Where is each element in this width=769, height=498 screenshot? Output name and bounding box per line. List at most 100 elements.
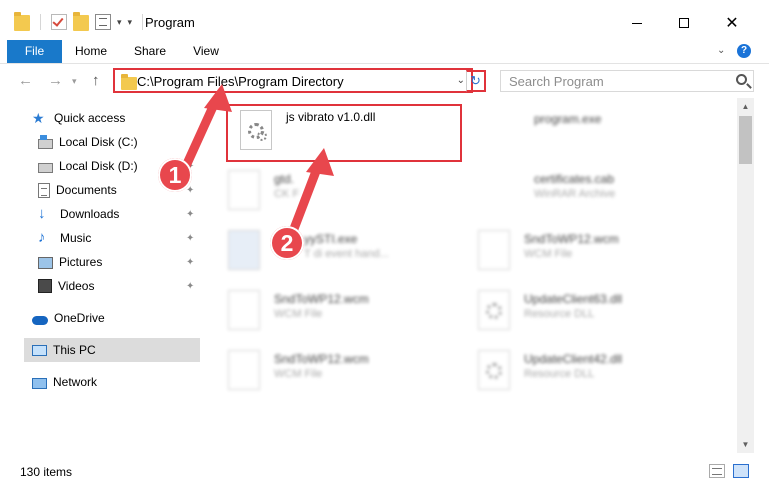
help-icon[interactable]: ?	[737, 44, 751, 58]
sidebar-item-pictures[interactable]: Pictures ✦	[38, 250, 200, 274]
minimize-icon	[632, 22, 642, 24]
pin-icon[interactable]: ✦	[186, 281, 194, 292]
file-icon	[228, 290, 260, 330]
up-arrow-icon[interactable]: ↑	[92, 72, 100, 89]
pictures-icon	[38, 257, 53, 269]
close-button[interactable]: ✕	[709, 8, 755, 38]
file-item[interactable]: SndToWP12.wcm WCM File	[464, 222, 714, 282]
refresh-button[interactable]: ↻	[466, 70, 486, 92]
sidebar-item-label: Downloads	[60, 207, 120, 221]
forward-arrow-icon[interactable]: →	[48, 72, 63, 89]
close-icon: ✕	[725, 15, 739, 32]
details-view-icon[interactable]	[709, 464, 725, 478]
file-icon	[478, 230, 510, 270]
file-item[interactable]: UpdateClient42.dll Resource DLL	[464, 342, 714, 402]
quick-access-toolbar: ▾ ▾	[14, 12, 147, 31]
file-item[interactable]: SndToWP12.wcm WCM File	[214, 282, 464, 342]
file-item[interactable]: gtd. CK F	[214, 162, 464, 222]
item-count: 130 items	[20, 465, 73, 479]
file-item[interactable]: program.exe	[464, 102, 714, 162]
exe-file-icon	[228, 230, 260, 270]
navigation-bar: ← → ▾ ↑ C:\Program Files\Program Directo…	[0, 64, 769, 98]
documents-icon	[38, 182, 50, 198]
this-pc-icon	[32, 345, 47, 356]
sidebar-item-local-disk-c[interactable]: Local Disk (C:)	[38, 130, 200, 154]
file-name: certificates.cab	[534, 172, 615, 186]
star-icon: ★	[32, 110, 45, 126]
pin-icon[interactable]: ✦	[186, 209, 194, 220]
pin-icon[interactable]: ✦	[186, 233, 194, 244]
sidebar-item-label: This PC	[53, 343, 96, 357]
sidebar-item-label: Pictures	[59, 255, 103, 269]
pin-icon[interactable]: ✦	[186, 257, 194, 268]
file-type: CK F	[274, 188, 300, 200]
music-icon: ♪	[38, 229, 46, 246]
drive-c-icon	[38, 134, 53, 149]
file-type: T di event hand...	[304, 248, 389, 260]
folder-icon	[14, 12, 30, 31]
sidebar-item-downloads[interactable]: ↓ Downloads ✦	[38, 202, 200, 226]
chevron-down-icon[interactable]: ▾	[117, 17, 122, 28]
sidebar-item-quick-access[interactable]: ★ Quick access	[32, 106, 200, 130]
properties-check-icon[interactable]	[51, 14, 67, 30]
new-folder-icon[interactable]	[73, 12, 89, 31]
chevron-down-icon[interactable]: ⌄	[457, 75, 465, 86]
file-item[interactable]: SndToWP12.wcm WCM File	[214, 342, 464, 402]
step-1-badge: 1	[158, 158, 192, 192]
sidebar-item-network[interactable]: Network	[32, 370, 200, 394]
navigation-pane: ★ Quick access Local Disk (C:) Local Dis…	[0, 98, 206, 453]
recent-locations-chevron-icon[interactable]: ▾	[72, 76, 77, 87]
file-name: SndToWP12.wcm	[274, 352, 369, 366]
window-title: Program	[145, 15, 195, 30]
title-bar: ▾ ▾ Program ✕	[0, 0, 769, 40]
maximize-button[interactable]	[661, 8, 707, 38]
toolbar-divider	[142, 14, 144, 30]
tab-view[interactable]: View	[180, 40, 232, 63]
sidebar-item-label: Local Disk (D:)	[59, 159, 138, 173]
maximize-icon	[679, 18, 689, 28]
search-placeholder: Search Program	[509, 74, 604, 89]
minimize-button[interactable]	[614, 8, 660, 38]
gear-icon	[486, 363, 502, 379]
file-item[interactable]: yySTI.exe T di event hand...	[214, 222, 464, 282]
customize-toolbar-icon[interactable]: ▾	[128, 17, 133, 28]
search-icon	[736, 74, 747, 85]
sidebar-item-this-pc[interactable]: This PC	[24, 338, 200, 362]
refresh-icon: ↻	[470, 73, 481, 88]
back-arrow-icon[interactable]: ←	[18, 72, 33, 89]
winrar-archive-icon	[478, 170, 510, 210]
file-type: Resource DLL	[524, 368, 595, 380]
tab-home[interactable]: Home	[62, 40, 120, 63]
file-name: yySTI.exe	[304, 232, 358, 246]
sidebar-item-label: Videos	[58, 279, 95, 293]
scroll-thumb[interactable]	[739, 116, 752, 164]
tab-file[interactable]: File	[7, 40, 62, 63]
ribbon: File Home Share View ⌄ ?	[0, 40, 769, 64]
vertical-scrollbar[interactable]: ▲ ▼	[737, 98, 754, 453]
address-bar[interactable]: C:\Program Files\Program Directory ⌄	[113, 68, 473, 93]
sidebar-item-label: Network	[53, 375, 98, 389]
file-name: SndToWP12.wcm	[524, 232, 619, 246]
scroll-up-icon[interactable]: ▲	[737, 98, 754, 115]
file-icon	[228, 350, 260, 390]
file-item[interactable]: UpdateClient63.dll Resource DLL	[464, 282, 714, 342]
file-type: WCM File	[274, 308, 323, 320]
file-name: UpdateClient42.dll	[524, 352, 623, 366]
scroll-down-icon[interactable]: ▼	[737, 436, 754, 453]
file-name: UpdateClient63.dll	[524, 292, 623, 306]
large-icons-view-icon[interactable]	[733, 464, 749, 478]
gear-icon	[486, 303, 502, 319]
sidebar-item-label: OneDrive	[54, 311, 105, 325]
customize-icon[interactable]	[95, 14, 111, 30]
sidebar-item-music[interactable]: ♪ Music ✦	[38, 226, 200, 250]
sidebar-item-label: Quick access	[54, 111, 126, 125]
expand-ribbon-icon[interactable]: ⌄	[717, 45, 725, 56]
dll-file-icon	[478, 350, 510, 390]
tab-share[interactable]: Share	[120, 40, 180, 63]
sidebar-item-onedrive[interactable]: OneDrive	[32, 306, 200, 330]
file-name: gtd.	[274, 172, 295, 186]
sidebar-item-videos[interactable]: Videos ✦	[38, 274, 200, 298]
search-input[interactable]: Search Program	[500, 70, 754, 92]
file-type: WinRAR Archive	[534, 188, 616, 200]
file-item[interactable]: certificates.cab WinRAR Archive	[464, 162, 714, 222]
